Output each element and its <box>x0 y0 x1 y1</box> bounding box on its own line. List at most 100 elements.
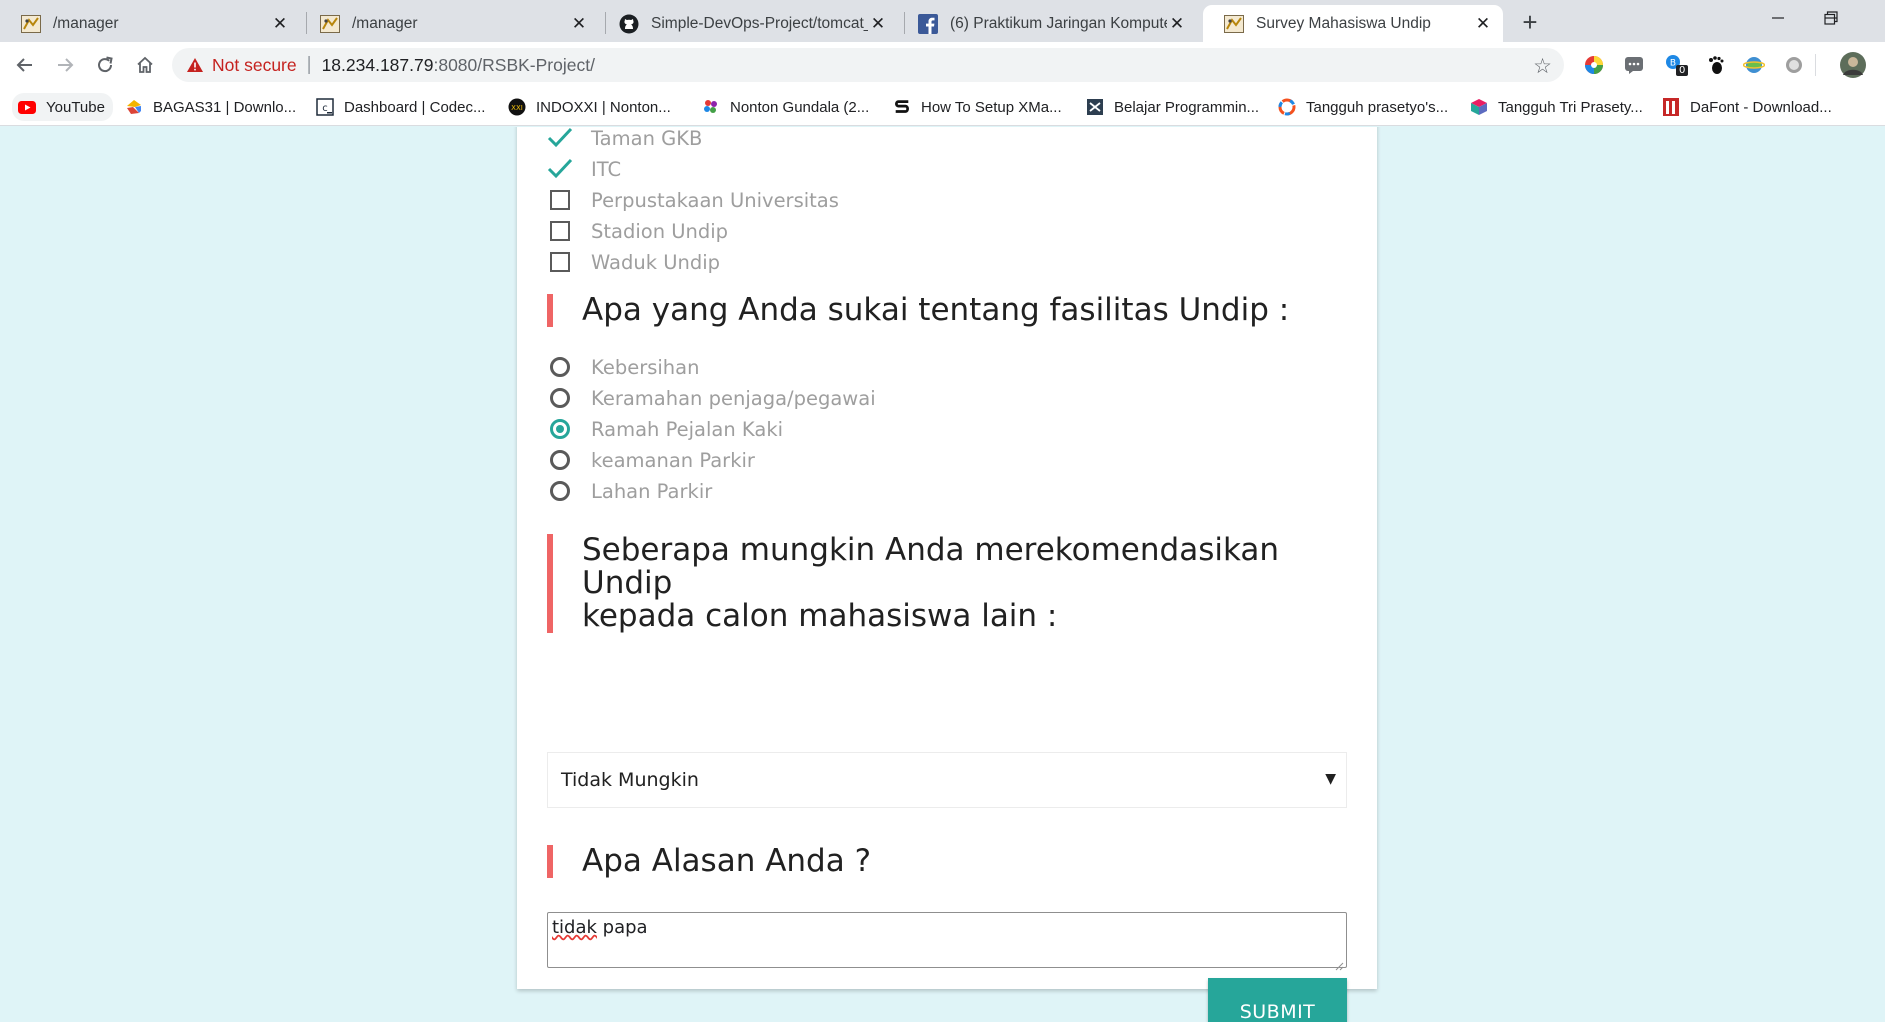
pinwheel-icon <box>702 98 720 116</box>
bookmark-dafont[interactable]: DaFont - Download... <box>1662 96 1832 118</box>
bookmark-dicoding[interactable]: Belajar Programmin... <box>1086 96 1259 118</box>
close-tab-icon[interactable]: ✕ <box>270 14 290 34</box>
toolbar-divider <box>1815 54 1816 76</box>
minimize-window-icon[interactable] <box>1763 3 1793 33</box>
close-tab-icon[interactable]: ✕ <box>1473 14 1493 34</box>
circle-extension-icon[interactable] <box>1782 53 1806 77</box>
checkbox-option[interactable]: Perpustakaan Universitas <box>547 187 839 213</box>
color-wheel-extension-icon[interactable] <box>1582 53 1606 77</box>
ring-icon <box>1278 98 1296 116</box>
radio-option[interactable]: Keramahan penjaga/pegawai <box>547 385 876 411</box>
bookmark-bagas31[interactable]: BAGAS31 | Downlo... <box>125 96 296 118</box>
checkbox[interactable] <box>547 218 573 244</box>
tab-survey-active[interactable]: Survey Mahasiswa Undip ✕ <box>1203 5 1503 42</box>
chat-extension-icon[interactable] <box>1622 53 1646 77</box>
radio-circle[interactable] <box>550 357 570 377</box>
globe-extension-icon[interactable] <box>1742 53 1766 77</box>
bookmark-indoxxi[interactable]: XXI INDOXXI | Nonton... <box>508 96 671 118</box>
forward-arrow-icon[interactable] <box>51 51 79 79</box>
radio-option[interactable]: Lahan Parkir <box>547 478 712 504</box>
checkbox-label: Taman GKB <box>591 127 703 150</box>
bookmarks-bar: YouTube BAGAS31 | Downlo... c Dashboard … <box>0 88 1885 126</box>
bookmark-label: YouTube <box>46 98 105 116</box>
checkbox-label: Waduk Undip <box>591 250 721 274</box>
checkbox[interactable] <box>547 249 573 275</box>
tab-title: Simple-DevOps-Project/tomcat_i <box>651 14 868 32</box>
bookmark-label: INDOXXI | Nonton... <box>536 98 671 116</box>
bookmark-youtube[interactable]: YouTube <box>12 93 113 121</box>
checkbox-label: ITC <box>591 157 622 181</box>
radio-button[interactable] <box>547 354 573 380</box>
bookmark-label: Nonton Gundala (2... <box>730 98 870 116</box>
radio-circle[interactable] <box>550 481 570 501</box>
close-tab-icon[interactable]: ✕ <box>569 14 589 34</box>
checkbox-option[interactable]: Taman GKB <box>547 127 702 151</box>
question-text: Apa Alasan Anda ? <box>582 843 872 879</box>
checkbox[interactable] <box>547 187 573 213</box>
bookmark-xmapp[interactable]: How To Setup XMa... <box>893 96 1062 118</box>
reload-icon[interactable] <box>91 51 119 79</box>
bookmark-codecademy[interactable]: c Dashboard | Codec... <box>316 96 485 118</box>
checkbox-label: Perpustakaan Universitas <box>591 188 839 212</box>
tab-github[interactable]: Simple-DevOps-Project/tomcat_i ✕ <box>598 5 898 42</box>
tab-strip: /manager ✕ /manager ✕ Simple-DevOps-Proj… <box>0 0 1885 42</box>
address-bar[interactable]: Not secure | 18.234.187.79:8080/RSBK-Pro… <box>172 48 1564 82</box>
radio-button[interactable] <box>547 478 573 504</box>
bookmark-tangguh-1[interactable]: Tangguh prasetyo's... <box>1278 96 1448 118</box>
rekomendasi-select[interactable]: Tidak Mungkin ▼ <box>547 752 1347 808</box>
bookmark-label: Belajar Programmin... <box>1114 98 1260 116</box>
radio-option[interactable]: Kebersihan <box>547 354 699 380</box>
indoxxi-icon: XXI <box>508 98 526 116</box>
checkmark-icon[interactable] <box>547 127 573 151</box>
radio-button-selected[interactable] <box>547 416 573 442</box>
alasan-textarea[interactable]: tidak papa <box>547 912 1347 971</box>
checkbox-box[interactable] <box>550 221 570 241</box>
browser-toolbar: Not secure | 18.234.187.79:8080/RSBK-Pro… <box>0 42 1885 88</box>
radio-button[interactable] <box>547 447 573 473</box>
gnome-foot-extension-icon[interactable] <box>1704 53 1728 77</box>
warning-icon[interactable] <box>186 56 204 74</box>
s-logo-icon <box>893 98 911 116</box>
profile-avatar[interactable] <box>1838 50 1868 80</box>
radio-circle[interactable] <box>550 388 570 408</box>
tab-manager-1[interactable]: /manager ✕ <box>0 5 300 42</box>
checkmark-icon[interactable] <box>547 156 573 182</box>
radio-option[interactable]: keamanan Parkir <box>547 447 755 473</box>
new-tab-button[interactable]: + <box>1516 7 1544 37</box>
close-tab-icon[interactable]: ✕ <box>1167 14 1187 34</box>
checkbox-box[interactable] <box>550 190 570 210</box>
bookmark-label: Dashboard | Codec... <box>344 98 486 116</box>
checkbox-option[interactable]: ITC <box>547 156 621 182</box>
question-heading-rekomendasi: Seberapa mungkin Anda merekomendasikan U… <box>547 534 1377 633</box>
bookmark-star-icon[interactable]: ☆ <box>1533 54 1552 79</box>
tab-manager-2[interactable]: /manager ✕ <box>299 5 599 42</box>
address-separator: | <box>306 54 312 75</box>
radio-option[interactable]: Ramah Pejalan Kaki <box>547 416 783 442</box>
tab-facebook[interactable]: (6) Praktikum Jaringan Komputer ✕ <box>897 5 1197 42</box>
checkbox-box[interactable] <box>550 252 570 272</box>
radio-button[interactable] <box>547 385 573 411</box>
question-heading-alasan: Apa Alasan Anda ? <box>547 845 871 878</box>
radio-circle-selected[interactable] <box>550 419 570 439</box>
youtube-icon <box>18 98 36 116</box>
home-icon[interactable] <box>131 51 159 79</box>
extension-badge-count: 0 <box>1676 65 1689 76</box>
close-tab-icon[interactable]: ✕ <box>868 14 888 34</box>
dropdown-caret-icon[interactable]: ▼ <box>1325 771 1336 787</box>
checkbox-option[interactable]: Waduk Undip <box>547 249 720 275</box>
bookmark-tangguh-2[interactable]: Tangguh Tri Prasety... <box>1470 96 1643 118</box>
badge-extension-icon[interactable]: B 0 <box>1664 53 1689 77</box>
submit-button[interactable]: SUBMIT <box>1208 978 1347 1022</box>
not-secure-label[interactable]: Not secure <box>212 55 297 76</box>
radio-circle[interactable] <box>550 450 570 470</box>
radio-label: Ramah Pejalan Kaki <box>591 417 784 441</box>
tab-title: (6) Praktikum Jaringan Komputer <box>950 14 1167 32</box>
resize-grip-icon[interactable] <box>1334 955 1344 971</box>
back-arrow-icon[interactable] <box>11 51 39 79</box>
radio-label: Kebersihan <box>591 355 700 379</box>
bookmark-gundala[interactable]: Nonton Gundala (2... <box>702 96 869 118</box>
bookmark-label: Tangguh prasetyo's... <box>1306 98 1449 116</box>
question-heading-fasilitas: Apa yang Anda sukai tentang fasilitas Un… <box>547 294 1289 327</box>
restore-window-icon[interactable] <box>1816 3 1846 33</box>
checkbox-option[interactable]: Stadion Undip <box>547 218 728 244</box>
